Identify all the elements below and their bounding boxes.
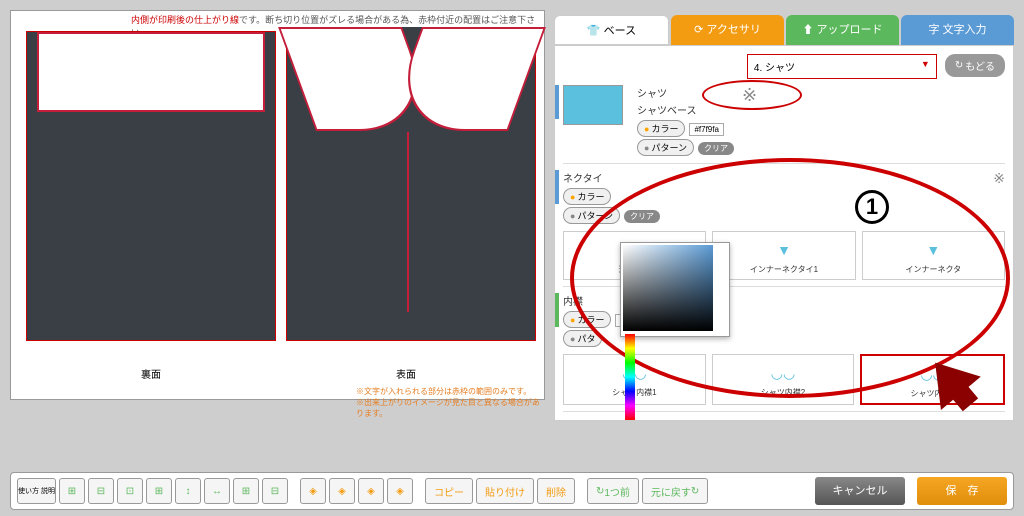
part-dropdown[interactable]: 4. シャツ [747, 54, 937, 79]
paste-button[interactable]: 貼り付け [476, 478, 534, 504]
annotation-ellipse-1 [702, 80, 802, 110]
shirt-color-pill[interactable]: カラー [637, 120, 685, 137]
shirt-back [26, 31, 276, 341]
tab-upload[interactable]: ⬆ アップロード [786, 15, 899, 45]
layer-btn-1[interactable]: ◈ [300, 478, 326, 504]
align-btn-2[interactable]: ⊟ [88, 478, 114, 504]
necktie-line [407, 132, 409, 312]
shirt-preview [563, 85, 623, 125]
align-btn-1[interactable]: ⊞ [59, 478, 85, 504]
tab-accessory[interactable]: ⟳ アクセサリ [671, 15, 784, 45]
bottom-toolbar: 使い方 説明 ⊞ ⊟ ⊡ ⊞ ↕ ↔ ⊞ ⊟ ◈ ◈ ◈ ◈ コピー 貼り付け … [10, 472, 1014, 510]
shirt-pattern-pill[interactable]: パターン [637, 139, 694, 156]
help-button[interactable]: 使い方 説明 [17, 478, 56, 504]
save-button[interactable]: 保 存 [917, 477, 1007, 505]
color-gradient[interactable] [623, 245, 713, 331]
align-btn-8[interactable]: ⊟ [262, 478, 288, 504]
align-btn-3[interactable]: ⊡ [117, 478, 143, 504]
hue-slider[interactable] [625, 334, 635, 420]
tab-text[interactable]: 字 文字入力 [901, 15, 1014, 45]
align-btn-6[interactable]: ↔ [204, 478, 230, 504]
color-picker[interactable] [620, 242, 730, 337]
layer-btn-4[interactable]: ◈ [387, 478, 413, 504]
canvas-notes: ※文字が入れられる部分は赤枠の範囲のみです。※出来上がりのイメージが見た目と異な… [356, 386, 544, 419]
delete-button[interactable]: 削除 [537, 478, 575, 504]
label-back: 裏面 [141, 366, 161, 381]
shirt-hex[interactable]: #f7f9fa [689, 123, 723, 136]
align-btn-7[interactable]: ⊞ [233, 478, 259, 504]
annotation-number-1: 1 [855, 190, 889, 224]
design-canvas: 内側が印刷後の仕上がり線です。断ち切り位置がズレる場合がある為、赤枠付近の配置は… [10, 10, 545, 400]
layer-btn-2[interactable]: ◈ [329, 478, 355, 504]
collar-back [37, 32, 265, 112]
align-btn-4[interactable]: ⊞ [146, 478, 172, 504]
shirt-clear[interactable]: クリア [698, 142, 734, 155]
necktie-label: ネクタイ [563, 170, 660, 185]
back-button[interactable]: もどる [945, 54, 1005, 77]
align-btn-5[interactable]: ↕ [175, 478, 201, 504]
copy-button[interactable]: コピー [425, 478, 473, 504]
necktie-color-pill[interactable]: カラー [563, 188, 611, 205]
tab-bar: 👕 ベース ⟳ アクセサリ ⬆ アップロード 字 文字入力 [554, 15, 1014, 45]
undo-all-button[interactable]: 元に戻す ↻ [642, 478, 708, 504]
shirt-front [286, 31, 536, 341]
cancel-button[interactable]: キャンセル [815, 477, 905, 505]
layer-btn-3[interactable]: ◈ [358, 478, 384, 504]
required-icon: ※ [993, 170, 1005, 225]
tab-base[interactable]: 👕 ベース [554, 15, 669, 45]
label-front: 表面 [396, 366, 416, 381]
undo-one-button[interactable]: ↻ 1つ前 [587, 478, 639, 504]
collar-front [287, 32, 537, 132]
